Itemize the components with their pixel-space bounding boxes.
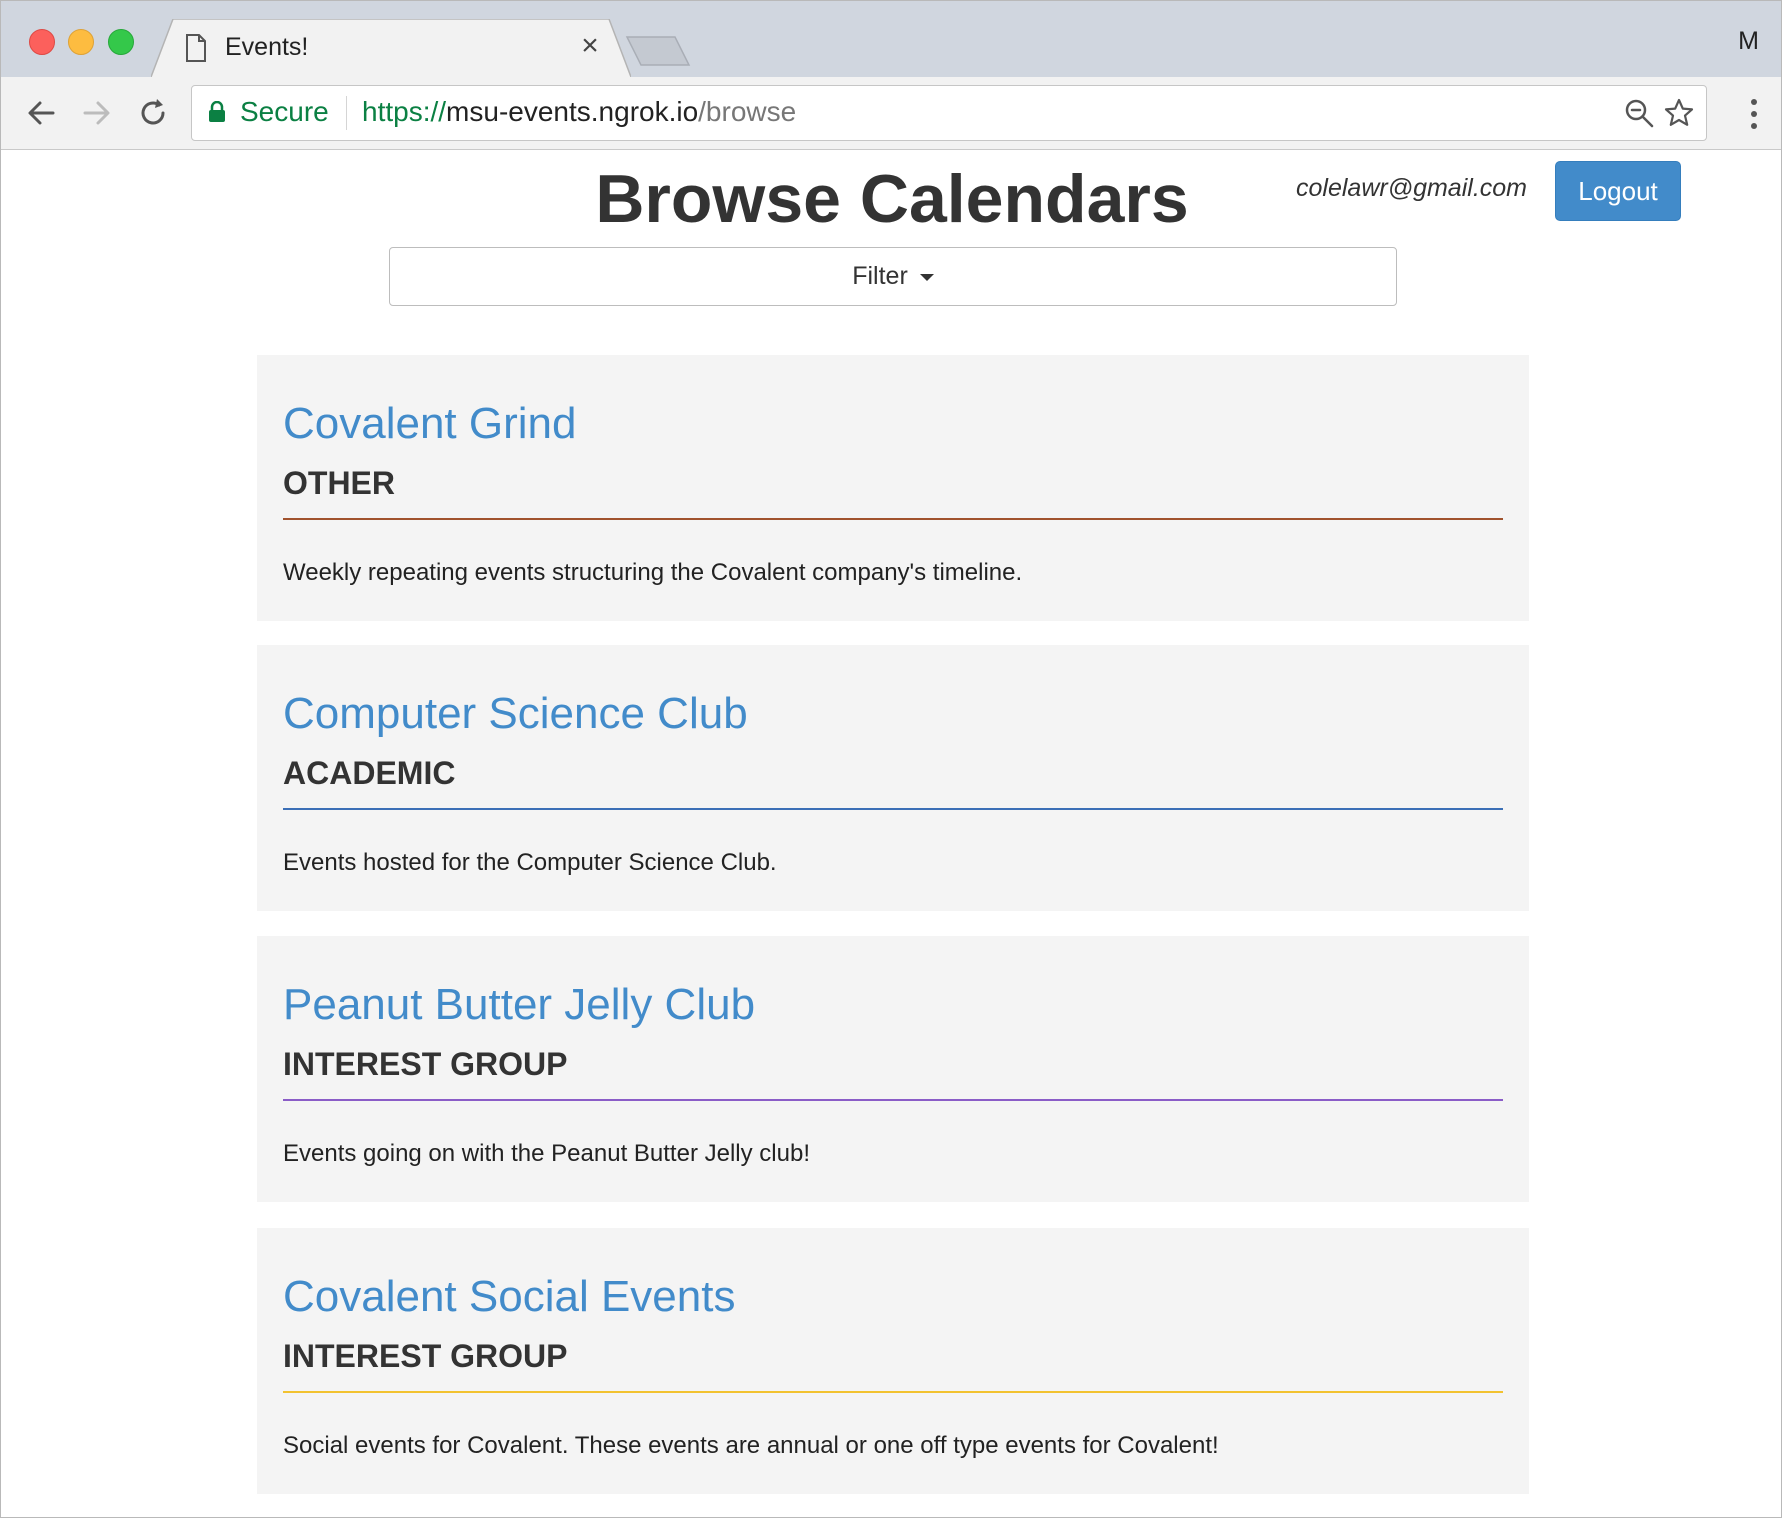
- calendar-card: Computer Science Club ACADEMIC Events ho…: [257, 645, 1529, 911]
- logout-button[interactable]: Logout: [1555, 161, 1681, 221]
- star-icon[interactable]: [1664, 98, 1694, 128]
- calendar-divider: [283, 1391, 1503, 1393]
- caret-down-icon: [919, 273, 934, 281]
- filter-dropdown[interactable]: Filter: [389, 247, 1397, 306]
- new-tab-button[interactable]: [625, 35, 691, 67]
- calendar-description: Social events for Covalent. These events…: [283, 1432, 1219, 1459]
- maximize-window-button[interactable]: [108, 29, 134, 55]
- calendar-description: Events going on with the Peanut Butter J…: [283, 1140, 810, 1167]
- url-text[interactable]: https://msu-events.ngrok.io/browse: [362, 96, 796, 128]
- calendar-divider: [283, 1099, 1503, 1101]
- page-icon: [186, 34, 206, 62]
- calendar-title-link[interactable]: Peanut Butter Jelly Club: [283, 980, 755, 1030]
- address-bar[interactable]: Secure https://msu-events.ngrok.io/brows…: [191, 85, 1707, 141]
- user-email: colelawr@gmail.com: [1296, 174, 1527, 202]
- calendar-title-link[interactable]: Covalent Grind: [283, 399, 576, 449]
- calendar-card: Peanut Butter Jelly Club INTEREST GROUP …: [257, 936, 1529, 1202]
- page-content: Browse Calendars colelawr@gmail.com Logo…: [1, 150, 1781, 1517]
- calendar-divider: [283, 518, 1503, 520]
- browser-window: Events! × M Secure https://msu-events.ng…: [0, 0, 1782, 1518]
- calendar-category: INTEREST GROUP: [283, 1338, 568, 1374]
- back-icon[interactable]: [23, 95, 59, 131]
- close-icon[interactable]: ×: [575, 31, 605, 61]
- calendar-category: ACADEMIC: [283, 755, 456, 791]
- menu-icon[interactable]: [1749, 97, 1759, 131]
- url-scheme: https://: [362, 96, 447, 127]
- tab-strip: Events! × M: [1, 1, 1781, 77]
- calendar-category: INTEREST GROUP: [283, 1046, 568, 1082]
- calendar-description: Events hosted for the Computer Science C…: [283, 849, 777, 876]
- browser-toolbar: Secure https://msu-events.ngrok.io/brows…: [1, 77, 1781, 150]
- calendar-card: Covalent Grind OTHER Weekly repeating ev…: [257, 355, 1529, 621]
- calendar-card: Covalent Social Events INTEREST GROUP So…: [257, 1228, 1529, 1494]
- filter-label: Filter: [852, 262, 908, 290]
- close-window-button[interactable]: [29, 29, 55, 55]
- tab-title: Events!: [225, 33, 309, 61]
- zoom-icon[interactable]: [1624, 98, 1654, 128]
- profile-button[interactable]: M: [1738, 27, 1759, 56]
- calendar-description: Weekly repeating events structuring the …: [283, 559, 1023, 586]
- tab-events[interactable]: Events! ×: [151, 19, 631, 77]
- lock-icon: [209, 101, 225, 122]
- url-host: msu-events.ngrok.io: [446, 96, 699, 127]
- reload-icon[interactable]: [135, 95, 171, 131]
- calendar-divider: [283, 808, 1503, 810]
- url-path: /browse: [698, 96, 797, 127]
- minimize-window-button[interactable]: [68, 29, 94, 55]
- calendar-category: OTHER: [283, 465, 395, 501]
- calendar-title-link[interactable]: Computer Science Club: [283, 689, 748, 739]
- calendar-title-link[interactable]: Covalent Social Events: [283, 1272, 735, 1322]
- address-divider: [346, 96, 347, 130]
- calendar-list: Covalent Grind OTHER Weekly repeating ev…: [257, 355, 1529, 1517]
- secure-label: Secure: [240, 96, 329, 127]
- forward-icon[interactable]: [79, 95, 115, 131]
